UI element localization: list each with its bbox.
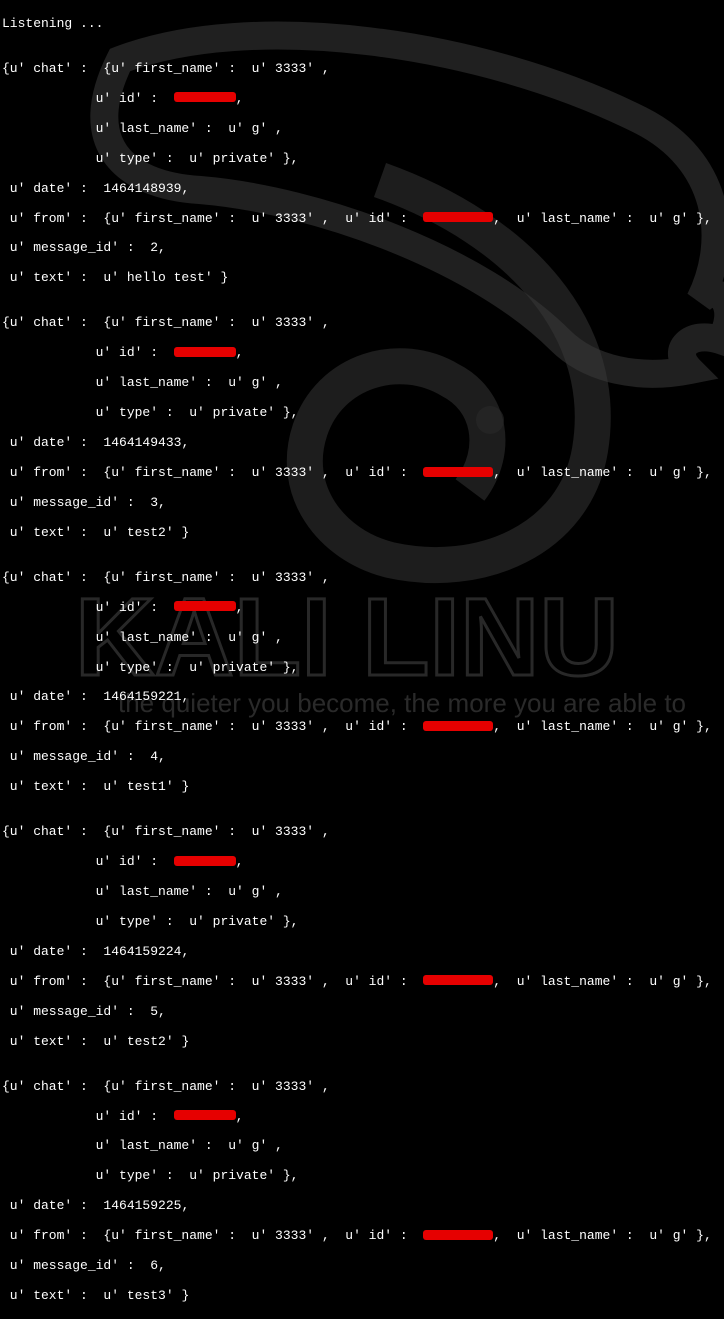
val: 1464159224 [103,944,181,959]
output-line: u' from' : {u' first_name' : u' 3333' , … [2,212,724,227]
output-line: u' type' : u' private' }, [2,661,724,676]
val: 2 [150,240,158,255]
output-line: u' id' : , [2,92,724,107]
output-line: u' date' : 1464159224, [2,945,724,960]
val: private [213,1168,268,1183]
val: 3333 [275,61,306,76]
output-line: u' last_name' : u' g' , [2,885,724,900]
val: test1 [127,779,166,794]
redacted-id [174,347,236,357]
val: test3 [127,1288,166,1303]
output-line: u' date' : 1464148939, [2,182,724,197]
redacted-id [423,467,493,477]
val: 4 [150,749,158,764]
output-line: u' last_name' : u' g' , [2,631,724,646]
output-line: u' text' : u' test2' } [2,526,724,541]
redacted-id [423,721,493,731]
terminal-output: Listening ... {u' chat' : {u' first_name… [0,0,724,1319]
val: 1464148939 [103,181,181,196]
val: 1464149433 [103,435,181,450]
val: 3333 [275,824,306,839]
output-line: u' type' : u' private' }, [2,1169,724,1184]
output-line: u' date' : 1464159221, [2,690,724,705]
output-line: u' from' : {u' first_name' : u' 3333' , … [2,975,724,990]
val: g [673,465,681,480]
output-line: u' text' : u' test2' } [2,1035,724,1050]
output-line: u' type' : u' private' }, [2,152,724,167]
redacted-id [174,92,236,102]
val: private [213,405,268,420]
output-line: u' id' : , [2,855,724,870]
output-line: {u' chat' : {u' first_name' : u' 3333' , [2,1080,724,1095]
output-line: {u' chat' : {u' first_name' : u' 3333' , [2,571,724,586]
val: 3333 [275,1079,306,1094]
val: g [673,974,681,989]
val: 3333 [275,1228,306,1243]
output-line: u' type' : u' private' }, [2,406,724,421]
val: 3333 [275,211,306,226]
redacted-id [174,1110,236,1120]
val: 3333 [275,465,306,480]
redacted-id [174,856,236,866]
output-line: u' message_id' : 4, [2,750,724,765]
output-line: u' text' : u' test3' } [2,1289,724,1304]
output-line: u' text' : u' hello test' } [2,271,724,286]
output-line: u' from' : {u' first_name' : u' 3333' , … [2,1229,724,1244]
val: 1464159221 [103,689,181,704]
val: test2 [127,1034,166,1049]
output-line: u' last_name' : u' g' , [2,1139,724,1154]
val: 5 [150,1004,158,1019]
val: 6 [150,1258,158,1273]
output-line: u' text' : u' test1' } [2,780,724,795]
output-line: u' last_name' : u' g' , [2,122,724,137]
val: 3333 [275,570,306,585]
val: g [252,884,260,899]
redacted-id [423,1230,493,1240]
val: test2 [127,525,166,540]
val: 1464159225 [103,1198,181,1213]
redacted-id [174,601,236,611]
output-line: u' message_id' : 3, [2,496,724,511]
val: g [673,719,681,734]
val: g [252,1138,260,1153]
output-line: u' type' : u' private' }, [2,915,724,930]
redacted-id [423,212,493,222]
val: hello test [127,270,205,285]
val: 3333 [275,974,306,989]
listening-line: Listening ... [2,17,724,32]
val: g [673,1228,681,1243]
output-line: {u' chat' : {u' first_name' : u' 3333' , [2,62,724,77]
output-line: u' id' : , [2,601,724,616]
val: 3333 [275,719,306,734]
output-line: u' date' : 1464159225, [2,1199,724,1214]
val: g [252,630,260,645]
val: g [673,211,681,226]
output-line: u' date' : 1464149433, [2,436,724,451]
output-line: u' message_id' : 5, [2,1005,724,1020]
val: private [213,151,268,166]
output-line: {u' chat' : {u' first_name' : u' 3333' , [2,316,724,331]
val: private [213,660,268,675]
output-line: u' message_id' : 6, [2,1259,724,1274]
output-line: u' id' : , [2,346,724,361]
redacted-id [423,975,493,985]
val: g [252,375,260,390]
output-line: u' last_name' : u' g' , [2,376,724,391]
output-line: u' id' : , [2,1110,724,1125]
val: private [213,914,268,929]
output-line: u' from' : {u' first_name' : u' 3333' , … [2,466,724,481]
val: 3333 [275,315,306,330]
val: g [252,121,260,136]
output-line: u' message_id' : 2, [2,241,724,256]
val: 3 [150,495,158,510]
output-line: u' from' : {u' first_name' : u' 3333' , … [2,720,724,735]
output-line: {u' chat' : {u' first_name' : u' 3333' , [2,825,724,840]
